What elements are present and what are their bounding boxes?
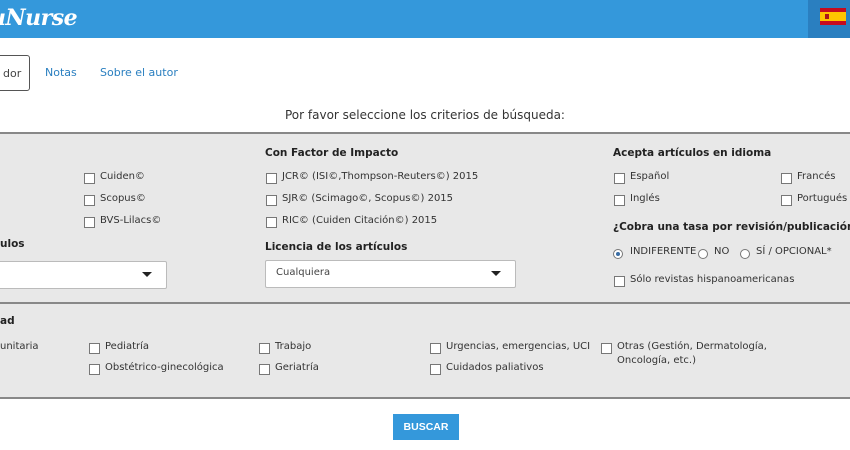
jcr-checkbox[interactable]	[266, 173, 277, 184]
ric-checkbox[interactable]	[266, 217, 277, 228]
impact-header: Con Factor de Impacto	[265, 147, 399, 159]
ric-label: RIC© (Cuiden Citación©) 2015	[282, 215, 438, 226]
brand-logo[interactable]: uNurse	[0, 5, 78, 31]
paliativos-label: Cuidados paliativos	[446, 362, 544, 373]
criteria-panel: Cuiden© Scopus© BVS-Lilacs© ulos Con Fac…	[0, 132, 850, 304]
cuiden-checkbox[interactable]	[84, 173, 95, 184]
bvs-lilacs-label: BVS-Lilacs©	[100, 215, 162, 226]
license-header: Licencia de los artículos	[265, 241, 408, 253]
urgencias-checkbox[interactable]	[430, 343, 441, 354]
pediatria-checkbox[interactable]	[89, 343, 100, 354]
license-select[interactable]: Cualquiera	[265, 260, 516, 288]
ingles-checkbox[interactable]	[614, 195, 625, 206]
comunitaria-label: unitaria	[0, 341, 39, 352]
no-label: NO	[714, 246, 730, 257]
espanol-checkbox[interactable]	[614, 173, 625, 184]
paliativos-checkbox[interactable]	[430, 364, 441, 375]
specialty-header: ad	[0, 315, 15, 327]
hispano-label: Sólo revistas hispanoamericanas	[630, 274, 795, 285]
license-select-value: Cualquiera	[276, 267, 331, 278]
otras-checkbox[interactable]	[601, 343, 612, 354]
articles-select[interactable]	[0, 261, 167, 289]
si-opcional-radio[interactable]	[740, 249, 750, 259]
fee-header: ¿Cobra una tasa por revisión/publicación…	[613, 221, 850, 233]
hispano-checkbox[interactable]	[614, 276, 625, 287]
search-button[interactable]: BUSCAR	[393, 414, 459, 440]
sjr-label: SJR© (Scimago©, Scopus©) 2015	[282, 193, 454, 204]
trabajo-label: Trabajo	[275, 341, 312, 352]
language-switcher[interactable]	[808, 0, 850, 38]
bvs-lilacs-checkbox[interactable]	[84, 217, 95, 228]
chevron-down-icon	[142, 272, 152, 277]
ingles-label: Inglés	[630, 193, 660, 204]
pediatria-label: Pediatría	[105, 341, 150, 352]
sjr-checkbox[interactable]	[266, 195, 277, 206]
top-bar: uNurse	[0, 0, 850, 38]
obstetrico-label: Obstétrico-ginecológica	[105, 362, 224, 373]
search-prompt: Por favor seleccione los criterios de bú…	[285, 108, 565, 122]
articles-header: ulos	[0, 238, 25, 250]
portugues-label: Portugués	[797, 193, 848, 204]
geriatria-label: Geriatría	[275, 362, 319, 373]
tab-sobre-el-autor[interactable]: Sobre el autor	[100, 66, 178, 79]
tab-buscador[interactable]: dor	[0, 55, 30, 91]
chevron-down-icon	[491, 271, 501, 276]
frances-label: Francés	[797, 171, 836, 182]
no-radio[interactable]	[698, 249, 708, 259]
specialty-panel: ad unitaria Pediatría Obstétrico-ginecol…	[0, 302, 850, 399]
languages-header: Acepta artículos en idioma	[613, 147, 772, 159]
otras-label-line2: Oncología, etc.)	[617, 355, 696, 366]
geriatria-checkbox[interactable]	[259, 364, 270, 375]
trabajo-checkbox[interactable]	[259, 343, 270, 354]
espanol-label: Español	[630, 171, 670, 182]
frances-checkbox[interactable]	[781, 173, 792, 184]
cuiden-label: Cuiden©	[100, 171, 145, 182]
scopus-label: Scopus©	[100, 193, 146, 204]
portugues-checkbox[interactable]	[781, 195, 792, 206]
si-opcional-label: SÍ / OPCIONAL*	[756, 246, 832, 257]
indiferente-label: INDIFERENTE	[630, 246, 697, 257]
spain-flag-icon	[820, 8, 846, 25]
obstetrico-checkbox[interactable]	[89, 364, 100, 375]
otras-label-line1: Otras (Gestión, Dermatología,	[617, 341, 767, 352]
tab-notas[interactable]: Notas	[45, 66, 77, 79]
scopus-checkbox[interactable]	[84, 195, 95, 206]
urgencias-label: Urgencias, emergencias, UCI	[446, 341, 591, 352]
indiferente-radio[interactable]	[613, 249, 623, 259]
jcr-label: JCR© (ISI©,Thompson-Reuters©) 2015	[282, 171, 479, 182]
